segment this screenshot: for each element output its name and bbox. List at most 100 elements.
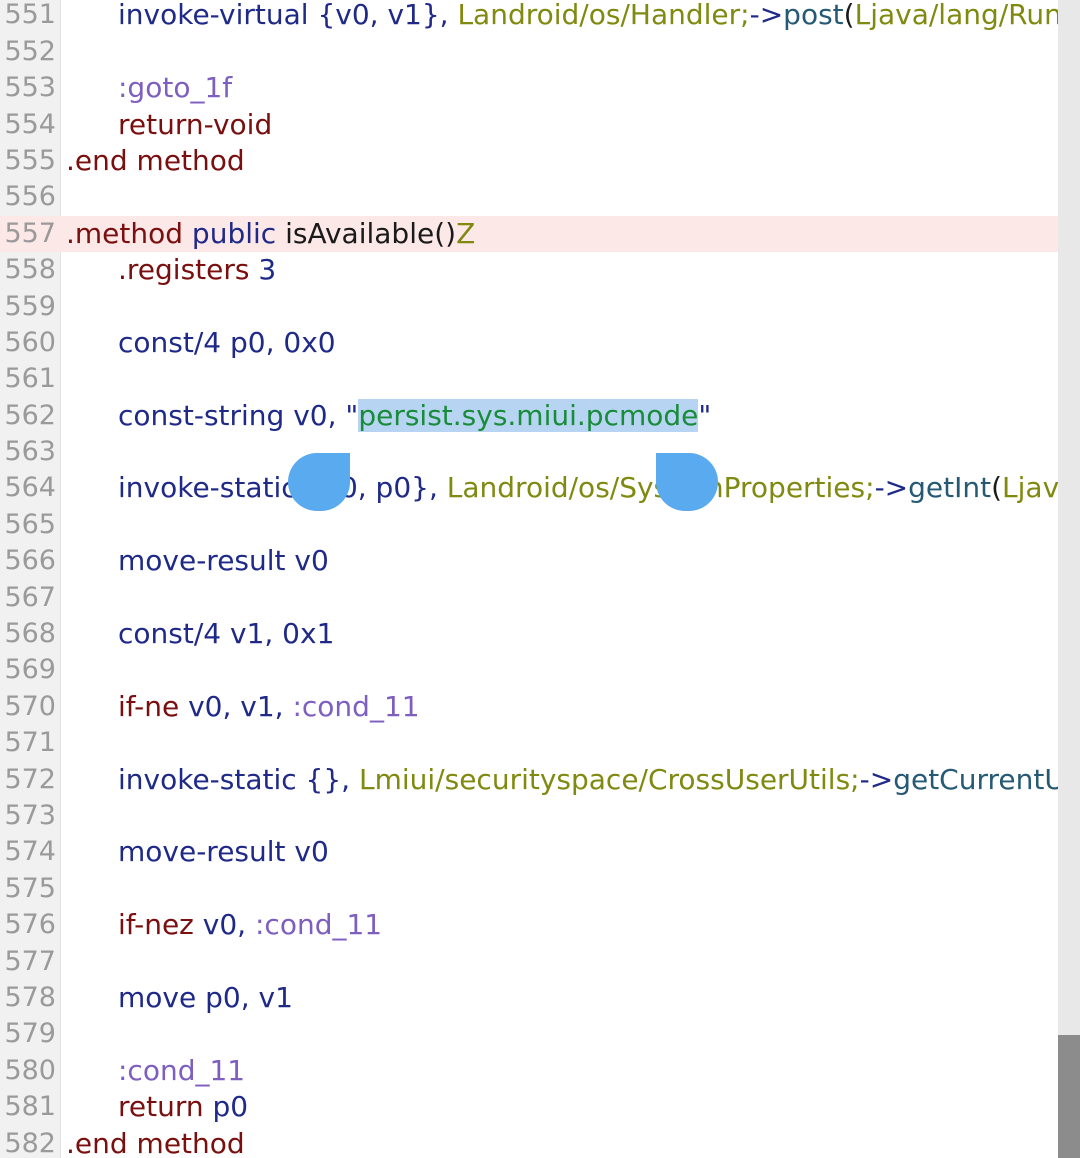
code-line[interactable]: 551 invoke-virtual {v0, v1}, Landroid/os/… [0, 0, 1080, 34]
code-line[interactable]: 582 .end method [0, 1126, 1058, 1158]
code-text[interactable]: invoke-static {}, Lmiui/securityspace/Cr… [118, 762, 1080, 798]
code-line[interactable]: 577 [0, 944, 1058, 980]
code-line[interactable]: 576 if-nez v0, :cond_11 [0, 907, 1058, 943]
code-line[interactable]: 573 [0, 798, 1058, 834]
line-number: 570 [4, 690, 56, 722]
code-text[interactable]: :goto_1f [118, 70, 232, 106]
code-line[interactable]: 558 .registers 3 [0, 252, 1058, 288]
code-text[interactable]: const-string v0, "persist.sys.miui.pcmod… [118, 398, 711, 434]
code-text[interactable]: .method public isAvailable()Z [66, 216, 475, 252]
code-token: {}, [296, 762, 359, 796]
code-line[interactable]: 562 const-string v0, "persist.sys.miui.pc… [0, 398, 1058, 434]
code-text[interactable]: .end method [66, 143, 245, 179]
code-token: return [118, 1090, 204, 1124]
code-line[interactable]: 552 [0, 34, 1058, 70]
code-token: Z [456, 216, 476, 250]
code-text[interactable]: return-void [118, 107, 272, 143]
code-lines[interactable]: 550551invoke-virtual {v0, v1}, Landroid/… [0, 0, 1080, 1158]
code-line[interactable]: 579 [0, 1016, 1058, 1052]
line-number: 581 [4, 1091, 56, 1123]
code-line[interactable]: 574 move-result v0 [0, 834, 1058, 870]
line-number: 578 [4, 981, 56, 1013]
code-line[interactable]: 568 const/4 v1, 0x1 [0, 616, 1058, 652]
code-line[interactable]: 555 .end method [0, 143, 1058, 179]
line-number: 572 [4, 763, 56, 795]
line-number: 551 [4, 0, 56, 31]
line-number: 560 [4, 326, 56, 358]
code-text[interactable]: if-ne v0, v1, :cond_11 [118, 689, 420, 725]
code-line[interactable]: 557 .method public isAvailable()Z [0, 215, 1058, 253]
code-token: getCurrentUserId [893, 762, 1080, 796]
code-token: const-string [118, 398, 285, 432]
code-line[interactable]: 553 :goto_1f [0, 70, 1058, 106]
code-text[interactable]: invoke-static {v0, p0}, Landroid/os/Syst… [118, 470, 1080, 506]
code-token: getInt [908, 471, 992, 505]
code-token: :goto_1f [118, 71, 233, 105]
code-line[interactable]: 564 invoke-static {v0, p0}, Landroid/os/S… [0, 470, 1080, 506]
code-line[interactable]: 581 return p0 [0, 1089, 1058, 1125]
line-number: 580 [4, 1054, 56, 1086]
code-token: -> [749, 0, 784, 32]
code-token: .registers [118, 253, 250, 287]
line-number: 567 [4, 581, 56, 613]
code-line[interactable]: 569 [0, 652, 1058, 688]
selection-start-handle[interactable] [288, 453, 350, 511]
line-number: 574 [4, 836, 56, 868]
line-number: 577 [4, 945, 56, 977]
code-token: invoke-static [118, 762, 297, 796]
line-number: 557 [4, 217, 56, 249]
vertical-scrollbar-track[interactable] [1058, 0, 1080, 1158]
code-token: .end method [66, 143, 245, 177]
code-line[interactable]: 565 [0, 507, 1058, 543]
code-token: p0, v1 [196, 980, 293, 1014]
code-text[interactable]: move p0, v1 [118, 980, 293, 1016]
line-number: 575 [4, 872, 56, 904]
code-token: v0, [193, 908, 255, 942]
code-text[interactable]: return p0 [118, 1089, 248, 1125]
code-line[interactable]: 571 [0, 725, 1058, 761]
code-token: .end method [66, 1126, 245, 1158]
code-line[interactable]: 575 [0, 871, 1058, 907]
line-number: 579 [4, 1018, 56, 1050]
code-token: p0, 0x0 [221, 325, 336, 359]
line-number: 566 [4, 545, 56, 577]
code-line[interactable]: 561 [0, 361, 1058, 397]
code-token: {v0, v1}, [308, 0, 458, 32]
code-text[interactable]: .end method [66, 1126, 245, 1158]
code-text[interactable]: if-nez v0, :cond_11 [118, 907, 382, 943]
code-token: Landroid/os/Handler; [457, 0, 750, 32]
code-token: :cond_11 [254, 908, 383, 942]
code-token: move-result [118, 544, 286, 578]
code-text[interactable]: const/4 v1, 0x1 [118, 616, 334, 652]
code-token: Lmiui/securityspace/CrossUserUtils; [359, 762, 860, 796]
code-line[interactable]: 566 move-result v0 [0, 543, 1058, 579]
code-text[interactable]: move-result v0 [118, 543, 329, 579]
code-line[interactable]: 563 [0, 434, 1058, 470]
code-line[interactable]: 580 :cond_11 [0, 1053, 1058, 1089]
code-text[interactable]: move-result v0 [118, 834, 329, 870]
code-line[interactable]: 556 [0, 179, 1058, 215]
code-line[interactable]: 572 invoke-static {}, Lmiui/securityspace… [0, 762, 1080, 798]
code-line[interactable]: 570 if-ne v0, v1, :cond_11 [0, 689, 1058, 725]
code-token: post [783, 0, 844, 32]
code-line[interactable]: 560 const/4 p0, 0x0 [0, 325, 1058, 361]
vertical-scrollbar-thumb[interactable] [1058, 1035, 1080, 1158]
code-token: v0 [285, 835, 329, 869]
line-number: 553 [4, 72, 56, 104]
code-token: :cond_11 [292, 689, 420, 723]
code-token: 3 [249, 253, 277, 287]
line-number: 565 [4, 508, 56, 540]
code-line[interactable]: 578 move p0, v1 [0, 980, 1058, 1016]
code-text[interactable]: const/4 p0, 0x0 [118, 325, 336, 361]
line-number: 559 [4, 290, 56, 322]
selection-end-handle[interactable] [656, 453, 718, 511]
code-token: isAvailable [276, 216, 435, 250]
code-token: .method [66, 216, 184, 250]
code-text[interactable]: .registers 3 [118, 252, 276, 288]
code-line[interactable]: 567 [0, 580, 1058, 616]
code-line[interactable]: 559 [0, 289, 1058, 325]
code-text[interactable]: :cond_11 [118, 1053, 245, 1089]
code-text[interactable]: invoke-virtual {v0, v1}, Landroid/os/Han… [118, 0, 1080, 34]
code-editor[interactable]: 550551invoke-virtual {v0, v1}, Landroid/… [0, 0, 1080, 1158]
code-line[interactable]: 554 return-void [0, 107, 1058, 143]
